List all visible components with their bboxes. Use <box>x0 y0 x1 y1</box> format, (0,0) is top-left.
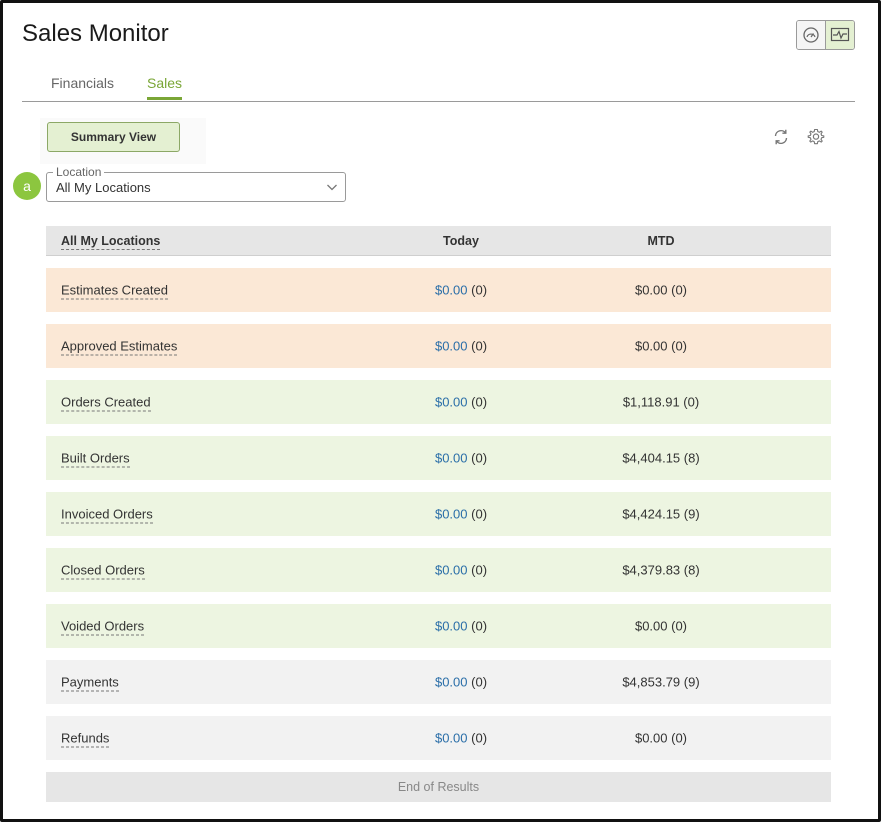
row-mtd: $0.00 (0) <box>634 338 688 354</box>
page-title: Sales Monitor <box>22 20 169 47</box>
today-count: (0) <box>471 394 488 410</box>
table-row: Approved Estimates $0.00 (0) $0.00 (0) <box>46 324 831 368</box>
chevron-down-icon <box>327 184 337 191</box>
refresh-button[interactable] <box>771 127 791 147</box>
row-mtd: $4,853.79 (9) <box>622 674 700 690</box>
gauge-icon <box>803 27 819 43</box>
row-mtd: $4,424.15 (9) <box>622 506 700 522</box>
row-mtd: $4,404.15 (8) <box>622 450 700 466</box>
tab-financials[interactable]: Financials <box>51 75 114 99</box>
today-amount-link[interactable]: $0.00 <box>435 507 468 522</box>
row-label[interactable]: Built Orders <box>61 450 130 468</box>
monitor-view-button[interactable] <box>825 21 854 49</box>
gear-icon <box>807 128 825 145</box>
view-toggle <box>796 20 855 50</box>
today-count: (0) <box>471 338 488 354</box>
row-label[interactable]: Orders Created <box>61 394 151 412</box>
today-count: (0) <box>471 562 488 578</box>
summary-view-button[interactable]: Summary View <box>47 122 180 152</box>
row-today: $0.00 (0) <box>435 675 487 690</box>
row-label[interactable]: Approved Estimates <box>61 338 178 356</box>
row-today: $0.00 (0) <box>435 395 487 410</box>
today-amount-link[interactable]: $0.00 <box>435 619 468 634</box>
row-label[interactable]: Estimates Created <box>61 282 168 300</box>
location-select[interactable]: Location All My Locations <box>46 165 346 202</box>
row-today: $0.00 (0) <box>435 451 487 466</box>
today-amount-link[interactable]: $0.00 <box>435 283 468 298</box>
today-count: (0) <box>471 674 488 690</box>
table-row: Refunds $0.00 (0) $0.00 (0) <box>46 716 831 760</box>
table-header: All My Locations Today MTD <box>46 226 831 256</box>
activity-monitor-icon <box>831 27 850 42</box>
table-row: Invoiced Orders $0.00 (0) $4,424.15 (9) <box>46 492 831 536</box>
row-label[interactable]: Payments <box>61 674 119 692</box>
today-amount-link[interactable]: $0.00 <box>435 395 468 410</box>
header-location[interactable]: All My Locations <box>61 233 161 250</box>
today-count: (0) <box>471 450 488 466</box>
row-today: $0.00 (0) <box>435 283 487 298</box>
today-amount-link[interactable]: $0.00 <box>435 675 468 690</box>
row-today: $0.00 (0) <box>435 339 487 354</box>
row-mtd: $0.00 (0) <box>634 730 688 746</box>
table-row: Closed Orders $0.00 (0) $4,379.83 (8) <box>46 548 831 592</box>
sales-table: All My Locations Today MTD Estimates Cre… <box>46 226 831 802</box>
today-count: (0) <box>471 506 488 522</box>
today-count: (0) <box>471 730 488 746</box>
table-row: Orders Created $0.00 (0) $1,118.91 (0) <box>46 380 831 424</box>
header-mtd: MTD <box>647 233 675 248</box>
row-mtd: $0.00 (0) <box>634 618 688 634</box>
tab-sales[interactable]: Sales <box>147 75 183 100</box>
today-amount-link[interactable]: $0.00 <box>435 563 468 578</box>
row-label[interactable]: Closed Orders <box>61 562 145 580</box>
today-amount-link[interactable]: $0.00 <box>435 451 468 466</box>
table-row: Estimates Created $0.00 (0) $0.00 (0) <box>46 268 831 312</box>
gauge-view-button[interactable] <box>797 21 826 49</box>
row-mtd: $0.00 (0) <box>634 282 688 298</box>
today-count: (0) <box>471 618 488 634</box>
table-row: Payments $0.00 (0) $4,853.79 (9) <box>46 660 831 704</box>
today-amount-link[interactable]: $0.00 <box>435 339 468 354</box>
row-today: $0.00 (0) <box>435 731 487 746</box>
location-label: Location <box>53 165 105 179</box>
refresh-icon <box>774 129 788 145</box>
today-count: (0) <box>471 282 488 298</box>
row-today: $0.00 (0) <box>435 619 487 634</box>
end-of-results: End of Results <box>46 772 831 802</box>
table-row: Voided Orders $0.00 (0) $0.00 (0) <box>46 604 831 648</box>
row-today: $0.00 (0) <box>435 563 487 578</box>
tab-bar: Financials Sales <box>22 72 855 102</box>
row-mtd: $4,379.83 (8) <box>622 562 700 578</box>
row-today: $0.00 (0) <box>435 507 487 522</box>
today-amount-link[interactable]: $0.00 <box>435 731 468 746</box>
row-label[interactable]: Invoiced Orders <box>61 506 153 524</box>
table-row: Built Orders $0.00 (0) $4,404.15 (8) <box>46 436 831 480</box>
header-today: Today <box>443 233 479 248</box>
step-badge: a <box>13 172 41 200</box>
row-label[interactable]: Voided Orders <box>61 618 145 636</box>
settings-button[interactable] <box>806 127 826 147</box>
row-label[interactable]: Refunds <box>61 730 110 748</box>
location-value: All My Locations <box>56 180 151 195</box>
row-mtd: $1,118.91 (0) <box>622 394 700 410</box>
